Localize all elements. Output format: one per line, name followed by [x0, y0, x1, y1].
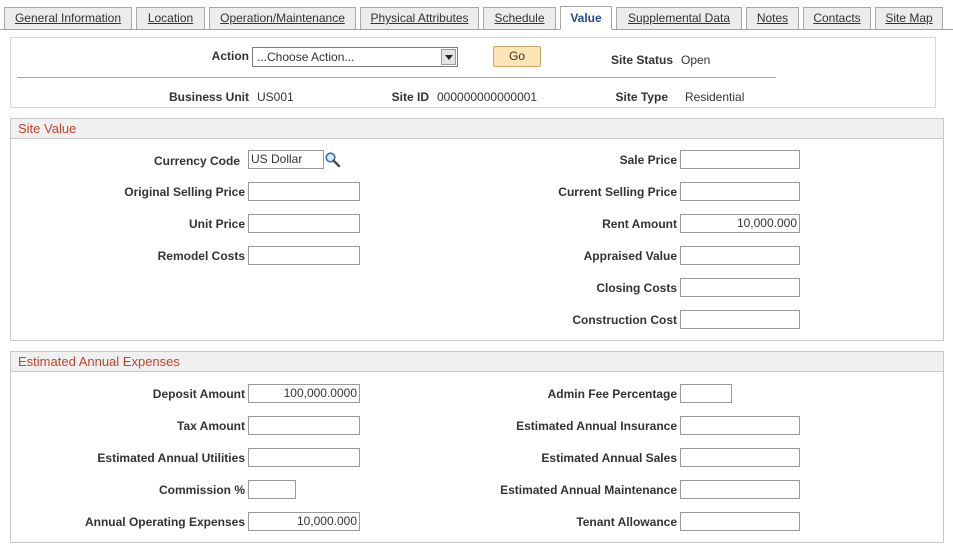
annual-operating-expenses-input[interactable]: 10,000.000	[248, 512, 360, 531]
remodel-costs-label: Remodel Costs	[157, 249, 245, 263]
site-type-value: Residential	[685, 90, 745, 104]
currency-code-label: Currency Code	[153, 154, 240, 168]
tenant-allowance-label: Tenant Allowance	[576, 515, 677, 529]
action-select-value: ...Choose Action...	[257, 50, 355, 64]
estimated-annual-expenses-title: Estimated Annual Expenses	[11, 352, 943, 372]
tab-contacts[interactable]: Contacts	[803, 7, 871, 30]
estimated-annual-maintenance-input[interactable]	[680, 480, 800, 499]
tab-general-information[interactable]: General Information	[4, 7, 132, 30]
current-selling-price-label: Current Selling Price	[558, 185, 677, 199]
sale-price-input[interactable]	[680, 150, 800, 169]
sale-price-label: Sale Price	[619, 153, 677, 167]
estimated-annual-sales-input[interactable]	[680, 448, 800, 467]
remodel-costs-input[interactable]	[248, 246, 360, 265]
estimated-annual-insurance-input[interactable]	[680, 416, 800, 435]
tab-operation-maintenance[interactable]: Operation/Maintenance	[209, 7, 356, 30]
original-selling-price-label: Original Selling Price	[124, 185, 245, 199]
deposit-amount-input[interactable]: 100,000.0000	[248, 384, 360, 403]
estimated-annual-utilities-label: Estimated Annual Utilities	[97, 451, 245, 465]
closing-costs-label: Closing Costs	[596, 281, 677, 295]
tab-notes[interactable]: Notes	[746, 7, 799, 30]
appraised-value-input[interactable]	[680, 246, 800, 265]
tab-physical-attributes[interactable]: Physical Attributes	[360, 7, 479, 30]
appraised-value-label: Appraised Value	[583, 249, 677, 263]
estimated-annual-maintenance-label: Estimated Annual Maintenance	[500, 483, 677, 497]
estimated-annual-utilities-input[interactable]	[248, 448, 360, 467]
original-selling-price-input[interactable]	[248, 182, 360, 201]
tab-schedule[interactable]: Schedule	[483, 7, 556, 30]
commission-label: Commission %	[158, 483, 245, 497]
action-select[interactable]: ...Choose Action...	[252, 47, 458, 67]
construction-cost-input[interactable]	[680, 310, 800, 329]
unit-price-label: Unit Price	[188, 217, 245, 231]
tax-amount-label: Tax Amount	[177, 419, 245, 433]
site-id-label: Site ID	[391, 90, 429, 104]
site-status-value: Open	[681, 53, 711, 67]
rent-amount-label: Rent Amount	[602, 217, 677, 231]
tax-amount-input[interactable]	[248, 416, 360, 435]
chevron-down-icon[interactable]	[441, 49, 456, 65]
current-selling-price-input[interactable]	[680, 182, 800, 201]
header-divider	[17, 77, 776, 78]
business-unit-value: US001	[257, 90, 294, 104]
deposit-amount-label: Deposit Amount	[152, 387, 245, 401]
closing-costs-input[interactable]	[680, 278, 800, 297]
magnifier-icon[interactable]	[324, 151, 341, 168]
rent-amount-input[interactable]: 10,000.000	[680, 214, 800, 233]
site-type-label: Site Type	[615, 90, 668, 104]
tab-site-map[interactable]: Site Map	[875, 7, 943, 30]
annual-operating-expenses-label: Annual Operating Expenses	[84, 515, 245, 529]
estimated-annual-sales-label: Estimated Annual Sales	[541, 451, 677, 465]
site-id-value: 000000000000001	[437, 90, 538, 104]
site-status-label: Site Status	[610, 53, 673, 67]
currency-code-input[interactable]: US Dollar	[248, 150, 324, 169]
tenant-allowance-input[interactable]	[680, 512, 800, 531]
go-button[interactable]: Go	[493, 46, 541, 67]
estimated-annual-insurance-label: Estimated Annual Insurance	[516, 419, 677, 433]
construction-cost-label: Construction Cost	[572, 313, 677, 327]
admin-fee-percentage-label: Admin Fee Percentage	[547, 387, 677, 401]
unit-price-input[interactable]	[248, 214, 360, 233]
business-unit-label: Business Unit	[168, 90, 249, 104]
tab-value[interactable]: Value	[560, 6, 612, 30]
action-label: Action	[211, 49, 249, 63]
commission-input[interactable]	[248, 480, 296, 499]
tab-bar: General Information Location Operation/M…	[0, 0, 953, 30]
site-value-title: Site Value	[11, 119, 943, 139]
tab-supplemental-data[interactable]: Supplemental Data	[616, 7, 742, 30]
admin-fee-percentage-input[interactable]	[680, 384, 732, 403]
tab-location[interactable]: Location	[136, 7, 205, 30]
